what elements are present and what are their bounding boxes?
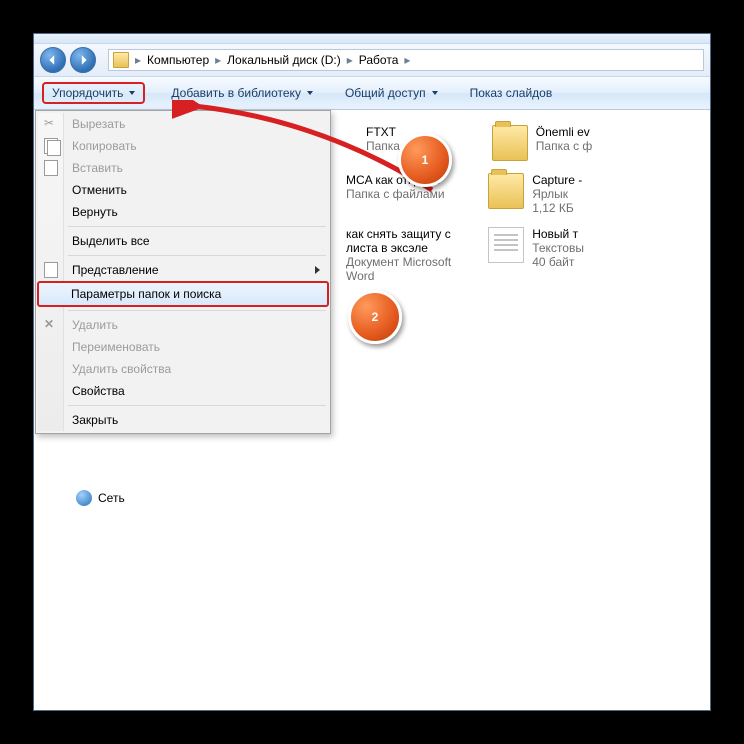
file-type: Папка [366, 139, 400, 153]
menu-item-close[interactable]: Закрыть [38, 409, 328, 431]
chevron-down-icon [129, 91, 135, 95]
menu-item-select-all[interactable]: Выделить все [38, 230, 328, 252]
sidebar-item-label: Сеть [98, 491, 125, 505]
breadcrumb[interactable]: ▸ Компьютер ▸ Локальный диск (D:) ▸ Рабо… [108, 49, 704, 71]
organize-menu: Вырезать Копировать Вставить Отменить Ве… [35, 110, 331, 434]
chevron-right-icon: ▸ [345, 53, 355, 67]
menu-item-properties[interactable]: Свойства [38, 380, 328, 402]
menu-item-delete[interactable]: Удалить [38, 314, 328, 336]
sidebar-item-network[interactable]: Сеть [52, 486, 149, 510]
menu-separator [68, 405, 326, 406]
annotation-badge-1: 1 [398, 133, 452, 187]
explorer-window: ▸ Компьютер ▸ Локальный диск (D:) ▸ Рабо… [33, 33, 711, 711]
shortcut-icon [488, 173, 524, 209]
file-name: FTXT [366, 125, 400, 139]
menu-separator [68, 255, 326, 256]
folder-icon [113, 52, 129, 68]
menu-item-folder-options[interactable]: Параметры папок и поиска [37, 281, 329, 307]
command-bar: Упорядочить Добавить в библиотеку Общий … [34, 77, 710, 110]
text-file-icon [488, 227, 524, 263]
file-type: Текстовы [532, 241, 584, 255]
delete-icon [44, 317, 60, 333]
share-label: Общий доступ [345, 86, 426, 100]
list-item[interactable]: Новый т Текстовы 40 байт [488, 227, 698, 269]
menu-item-remove-properties[interactable]: Удалить свойства [38, 358, 328, 380]
menu-item-copy[interactable]: Копировать [38, 135, 328, 157]
breadcrumb-folder[interactable]: Работа [355, 53, 403, 67]
breadcrumb-computer[interactable]: Компьютер [143, 53, 213, 67]
file-name: Новый т [532, 227, 584, 241]
file-size: 40 байт [532, 255, 584, 269]
chevron-down-icon [432, 91, 438, 95]
file-name: как снять защиту с листа в эксэле [346, 227, 476, 255]
file-name: Capture - [532, 173, 582, 187]
menu-separator [68, 226, 326, 227]
file-type: Ярлык [532, 187, 582, 201]
menu-separator [68, 310, 326, 311]
cut-icon [44, 116, 60, 132]
chevron-right-icon: ▸ [133, 53, 143, 67]
chevron-down-icon [307, 91, 313, 95]
paste-icon [44, 160, 60, 176]
copy-icon [44, 138, 60, 154]
add-to-library-button[interactable]: Добавить в библиотеку [165, 84, 319, 102]
list-item[interactable]: Capture - Ярлык 1,12 КБ [488, 173, 698, 215]
organize-label: Упорядочить [52, 86, 123, 100]
menu-item-undo[interactable]: Отменить [38, 179, 328, 201]
layout-icon [44, 262, 60, 278]
add-to-library-label: Добавить в библиотеку [171, 86, 301, 100]
slideshow-button[interactable]: Показ слайдов [464, 84, 559, 102]
menu-item-view[interactable]: Представление [38, 259, 328, 281]
folder-icon [492, 125, 528, 161]
slideshow-label: Показ слайдов [470, 86, 553, 100]
nav-bar: ▸ Компьютер ▸ Локальный диск (D:) ▸ Рабо… [34, 44, 710, 77]
breadcrumb-drive[interactable]: Локальный диск (D:) [223, 53, 345, 67]
file-size: 1,12 КБ [532, 201, 582, 215]
submenu-arrow-icon [315, 266, 320, 274]
menu-item-cut[interactable]: Вырезать [38, 113, 328, 135]
organize-button[interactable]: Упорядочить [42, 82, 145, 104]
title-bar [34, 34, 710, 44]
nav-forward-button[interactable] [70, 47, 96, 73]
file-type: Папка с файлами [346, 187, 445, 201]
file-type: Папка с ф [536, 139, 593, 153]
list-item[interactable]: Önemli ev Папка с ф [492, 125, 698, 161]
chevron-right-icon: ▸ [402, 53, 412, 67]
chevron-right-icon: ▸ [213, 53, 223, 67]
file-name: Önemli ev [536, 125, 593, 139]
menu-item-paste[interactable]: Вставить [38, 157, 328, 179]
network-icon [76, 490, 92, 506]
menu-item-redo[interactable]: Вернуть [38, 201, 328, 223]
menu-item-rename[interactable]: Переименовать [38, 336, 328, 358]
share-button[interactable]: Общий доступ [339, 84, 444, 102]
file-type: Документ Microsoft Word [346, 255, 476, 283]
annotation-badge-2: 2 [348, 290, 402, 344]
nav-back-button[interactable] [40, 47, 66, 73]
